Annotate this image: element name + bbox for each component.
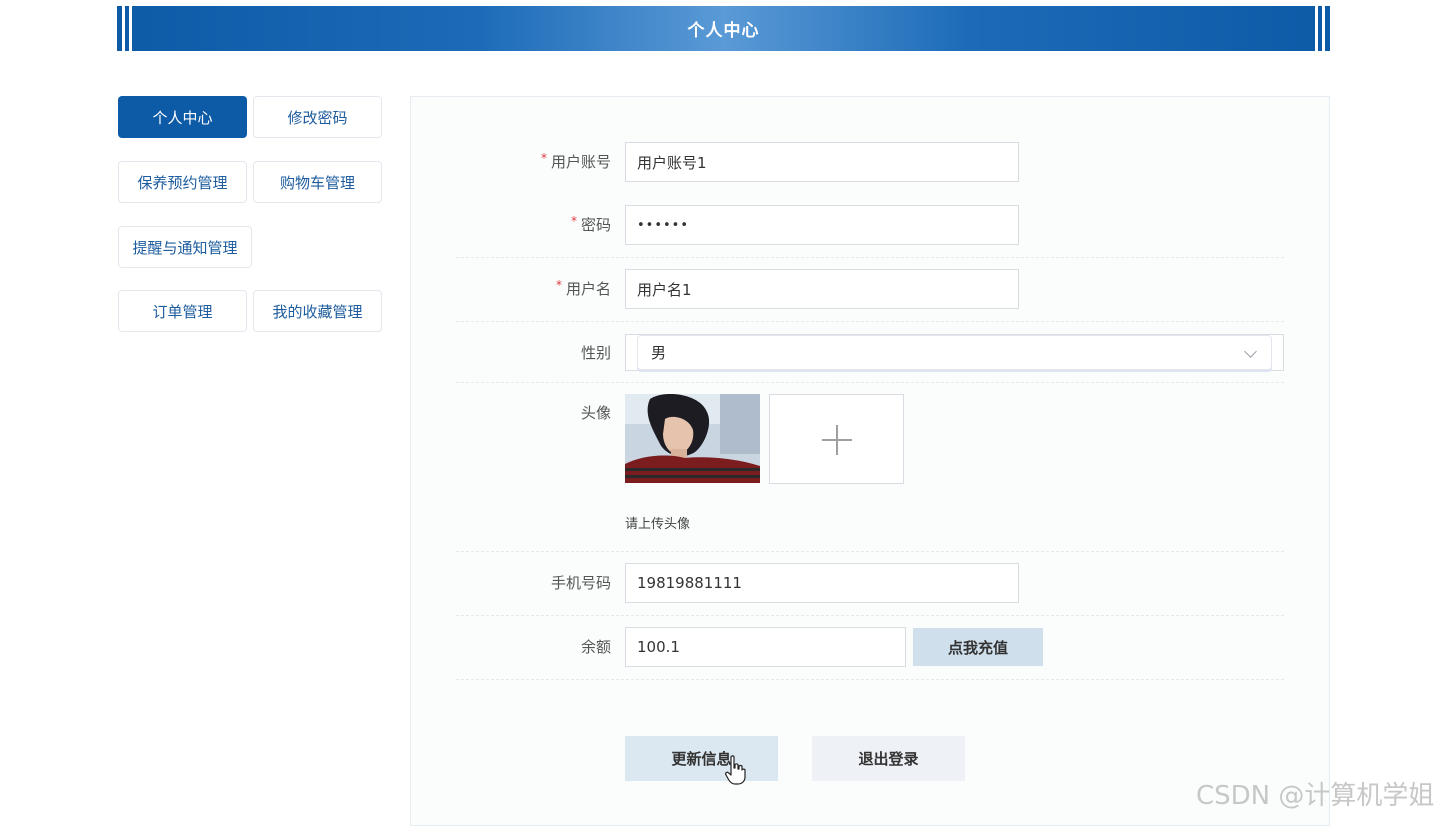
- banner-stripe: [1315, 6, 1318, 51]
- required-mark: *: [540, 151, 547, 165]
- sidebar-item-cart[interactable]: 购物车管理: [253, 161, 382, 203]
- username-field[interactable]: 用户名1: [625, 269, 1019, 309]
- banner-stripe: [122, 6, 125, 51]
- avatar-upload-box[interactable]: [769, 394, 904, 484]
- chevron-down-icon: [1244, 345, 1257, 358]
- recharge-button[interactable]: 点我充值: [913, 628, 1043, 666]
- phone-label: 手机号码: [550, 574, 611, 592]
- row-divider: [456, 615, 1284, 616]
- sidebar-item-maintenance-booking[interactable]: 保养预约管理: [118, 161, 247, 203]
- row-divider: [456, 382, 1284, 383]
- sidebar-item-reminders[interactable]: 提醒与通知管理: [118, 226, 252, 268]
- gender-select-box[interactable]: 男: [637, 335, 1272, 370]
- row-divider: [456, 321, 1284, 322]
- phone-field[interactable]: 19819881111: [625, 563, 1019, 603]
- watermark: CSDN @计算机学姐: [1196, 781, 1435, 811]
- banner-stripe: [129, 6, 132, 51]
- row-divider: [456, 257, 1284, 258]
- password-label: * 密码: [570, 214, 611, 234]
- banner-stripe: [1322, 6, 1325, 51]
- update-info-button[interactable]: 更新信息: [625, 736, 778, 781]
- required-mark: *: [570, 214, 577, 228]
- required-mark: *: [555, 278, 562, 292]
- account-label: * 用户账号: [540, 151, 611, 171]
- gender-label: 性别: [580, 344, 611, 362]
- username-label: * 用户名: [555, 278, 611, 298]
- avatar-label: 头像: [580, 404, 611, 422]
- sidebar-item-change-password[interactable]: 修改密码: [253, 96, 382, 138]
- gender-select[interactable]: 男: [625, 334, 1284, 371]
- password-field[interactable]: ••••••: [625, 205, 1019, 245]
- gender-selected-value: 男: [651, 344, 667, 362]
- balance-field[interactable]: 100.1: [625, 627, 906, 667]
- logout-button[interactable]: 退出登录: [812, 736, 965, 781]
- avatar-photo: [625, 394, 760, 483]
- page-header-banner: 个人中心: [117, 6, 1330, 51]
- sidebar-item-personal-center[interactable]: 个人中心: [118, 96, 247, 138]
- avatar-upload-hint: 请上传头像: [625, 517, 691, 532]
- account-field[interactable]: 用户账号1: [625, 142, 1019, 182]
- plus-icon-vertical: [836, 425, 838, 455]
- sidebar-item-favorites[interactable]: 我的收藏管理: [253, 290, 382, 332]
- row-divider: [456, 679, 1284, 680]
- sidebar-item-orders[interactable]: 订单管理: [118, 290, 247, 332]
- balance-label: 余额: [580, 638, 611, 656]
- row-divider: [456, 551, 1284, 552]
- avatar-image[interactable]: [625, 394, 760, 483]
- hand-cursor-icon: [725, 755, 746, 785]
- page-title: 个人中心: [687, 21, 760, 41]
